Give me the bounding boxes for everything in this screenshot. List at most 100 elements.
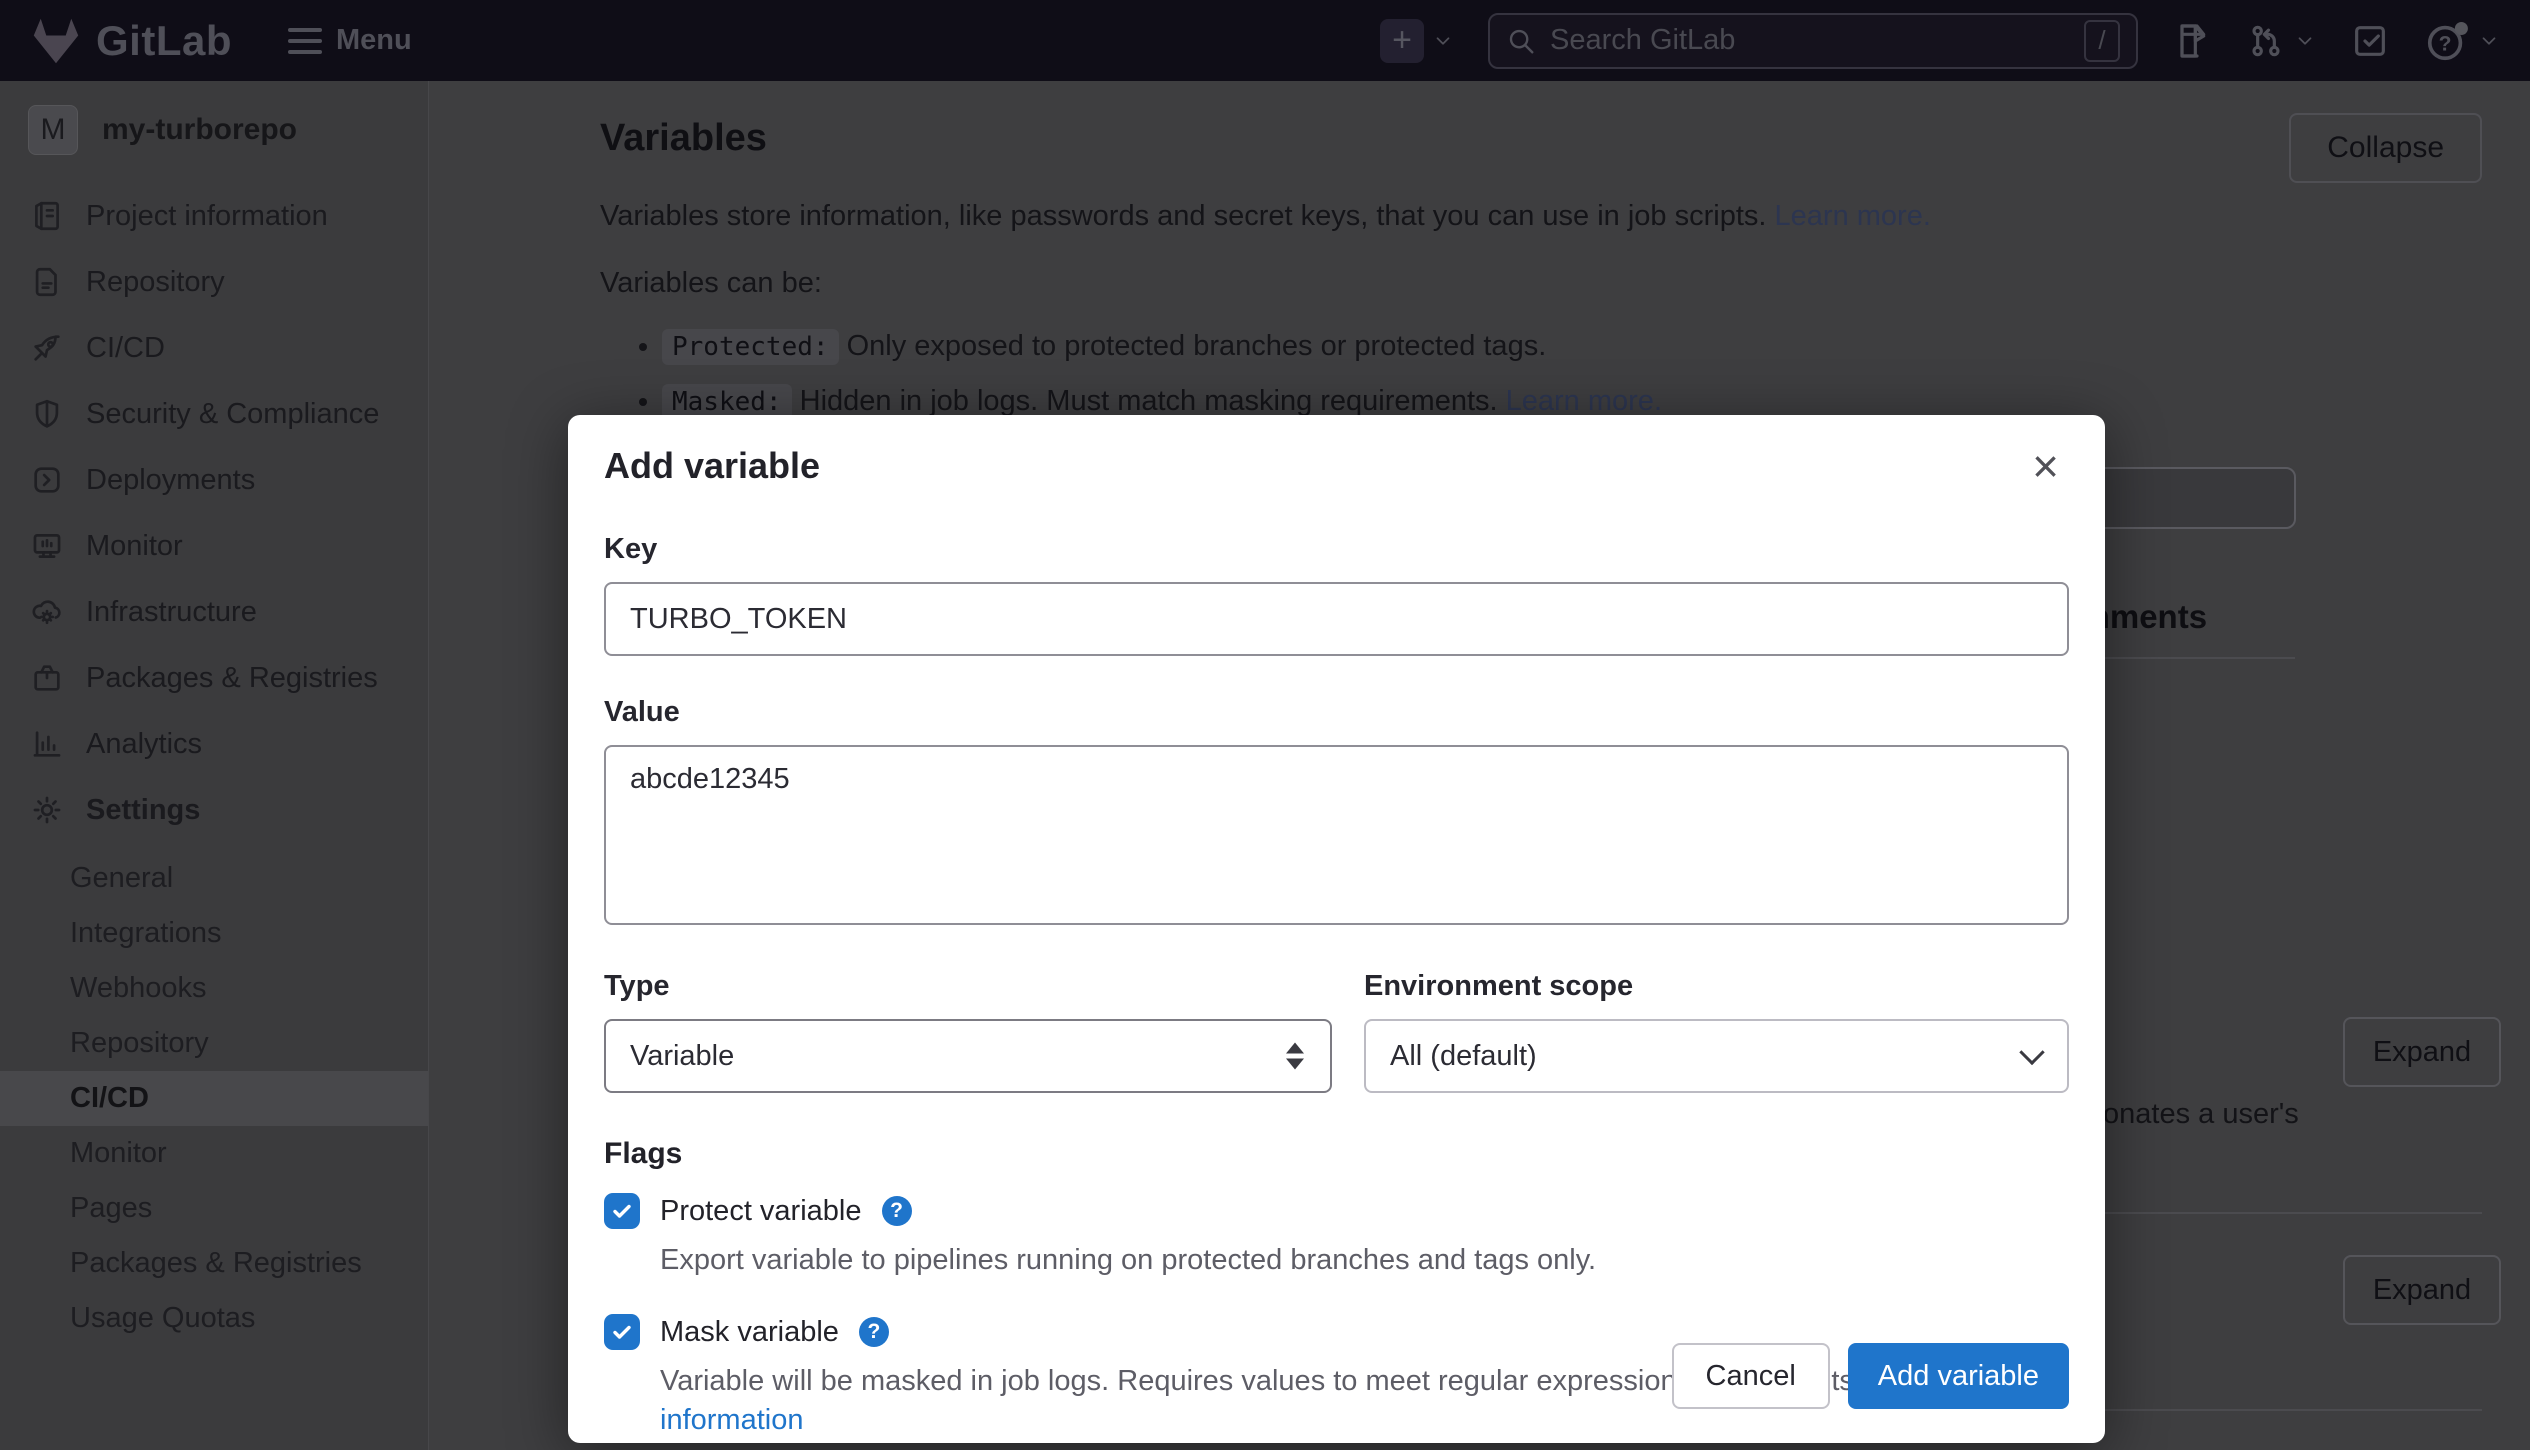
project-avatar: M xyxy=(28,105,78,155)
sidebar-item-label: Packages & Registries xyxy=(86,662,378,695)
sidebar-item-cicd[interactable]: CI/CD xyxy=(0,315,428,381)
close-icon[interactable]: × xyxy=(2022,439,2069,493)
protected-code-chip: Protected: xyxy=(662,329,839,365)
sidebar-item-analytics[interactable]: Analytics xyxy=(0,711,428,777)
shield-icon xyxy=(30,397,64,431)
subnav-webhooks[interactable]: Webhooks xyxy=(0,961,428,1016)
flags-heading: Flags xyxy=(604,1137,2069,1171)
sidebar-item-label: Project information xyxy=(86,200,328,233)
subnav-cicd-active[interactable]: CI/CD xyxy=(0,1071,428,1126)
value-textarea[interactable]: abcde12345 xyxy=(604,745,2069,925)
type-selected-value: Variable xyxy=(630,1040,734,1073)
sidebar-item-label: CI/CD xyxy=(86,332,165,365)
expand-section-button[interactable]: Expand xyxy=(2343,1017,2501,1087)
subnav-usage-quotas[interactable]: Usage Quotas xyxy=(0,1291,428,1346)
mask-variable-label: Mask variable xyxy=(660,1316,839,1349)
project-sidebar: M my-turborepo Project information Repos… xyxy=(0,81,429,1450)
type-select[interactable]: Variable xyxy=(604,1019,1332,1093)
top-navbar: GitLab Menu + Search GitLab / ? xyxy=(0,0,2530,81)
sidebar-item-label: Monitor xyxy=(86,530,183,563)
chevron-down-icon xyxy=(2478,30,2500,52)
collapse-variables-button[interactable]: Collapse xyxy=(2289,113,2482,183)
notification-dot xyxy=(2455,22,2468,35)
menu-button[interactable]: Menu xyxy=(288,24,412,57)
protect-variable-description: Export variable to pipelines running on … xyxy=(660,1241,2069,1280)
file-icon xyxy=(30,265,64,299)
variables-intro-text: Variables store information, like passwo… xyxy=(600,200,1766,232)
package-icon xyxy=(30,661,64,695)
sidebar-item-settings[interactable]: Settings xyxy=(0,777,428,843)
value-label: Value xyxy=(604,696,2069,729)
learn-more-link[interactable]: Learn more. xyxy=(1506,385,1662,417)
sidebar-item-monitor[interactable]: Monitor xyxy=(0,513,428,579)
merge-requests-dropdown[interactable] xyxy=(2246,21,2316,61)
select-arrows-icon xyxy=(1286,1043,1304,1070)
help-dropdown[interactable]: ? xyxy=(2424,18,2500,64)
global-search-input[interactable]: Search GitLab / xyxy=(1488,13,2138,69)
gitlab-home-link[interactable]: GitLab xyxy=(30,16,232,66)
chevron-down-icon xyxy=(1432,30,1454,52)
protect-variable-label: Protect variable xyxy=(660,1195,862,1228)
cancel-button[interactable]: Cancel xyxy=(1672,1343,1830,1409)
add-variable-button[interactable]: Add variable xyxy=(1848,1343,2069,1409)
subnav-integrations[interactable]: Integrations xyxy=(0,906,428,961)
merge-request-icon xyxy=(2246,21,2286,61)
search-icon xyxy=(1506,26,1536,56)
learn-more-link[interactable]: Learn more. xyxy=(1775,200,1931,232)
project-name: my-turborepo xyxy=(102,113,297,147)
checkbox-checked-icon xyxy=(604,1193,640,1229)
environment-scope-label: Environment scope xyxy=(1364,970,2069,1003)
issues-button[interactable] xyxy=(2172,21,2212,61)
modal-title: Add variable xyxy=(604,445,820,487)
help-icon[interactable]: ? xyxy=(859,1317,889,1347)
sidebar-item-project-information[interactable]: Project information xyxy=(0,183,428,249)
type-label: Type xyxy=(604,970,1332,1003)
protect-variable-checkbox[interactable]: Protect variable ? xyxy=(604,1193,2069,1229)
menu-label: Menu xyxy=(336,24,412,57)
add-variable-modal: Add variable × Key Value abcde12345 Type… xyxy=(568,415,2105,1443)
subnav-repository[interactable]: Repository xyxy=(0,1016,428,1071)
sidebar-item-security-compliance[interactable]: Security & Compliance xyxy=(0,381,428,447)
sidebar-item-infrastructure[interactable]: Infrastructure xyxy=(0,579,428,645)
rocket-icon xyxy=(30,331,64,365)
subnav-packages-registries[interactable]: Packages & Registries xyxy=(0,1236,428,1291)
svg-text:?: ? xyxy=(2439,32,2452,55)
plus-icon: + xyxy=(1380,19,1424,63)
subnav-monitor[interactable]: Monitor xyxy=(0,1126,428,1181)
sidebar-item-deployments[interactable]: Deployments xyxy=(0,447,428,513)
checkbox-checked-icon xyxy=(604,1314,640,1350)
deploy-icon xyxy=(30,463,64,497)
sidebar-item-repository[interactable]: Repository xyxy=(0,249,428,315)
sidebar-item-label: Infrastructure xyxy=(86,596,257,629)
help-icon: ? xyxy=(2424,18,2470,64)
key-label: Key xyxy=(604,533,2069,566)
hamburger-icon xyxy=(288,28,322,54)
search-placeholder: Search GitLab xyxy=(1550,24,2070,57)
sidebar-item-label: Repository xyxy=(86,266,225,299)
todos-button[interactable] xyxy=(2350,21,2390,61)
sidebar-item-label: Analytics xyxy=(86,728,202,761)
page-title: Variables xyxy=(600,117,2482,160)
gear-icon xyxy=(30,793,64,827)
gitlab-tanuki-icon xyxy=(30,16,82,66)
slash-shortcut-key: / xyxy=(2084,20,2120,62)
project-scope-link[interactable]: M my-turborepo xyxy=(0,81,428,175)
environment-scope-select[interactable]: All (default) xyxy=(1364,1019,2069,1093)
subnav-pages[interactable]: Pages xyxy=(0,1181,428,1236)
sidebar-item-label: Settings xyxy=(86,794,200,827)
sidebar-item-packages-registries[interactable]: Packages & Registries xyxy=(0,645,428,711)
monitor-icon xyxy=(30,529,64,563)
gitlab-wordmark: GitLab xyxy=(96,17,232,65)
subnav-general[interactable]: General xyxy=(0,851,428,906)
issues-icon xyxy=(2172,21,2212,61)
variables-list-intro: Variables can be: xyxy=(600,267,2482,300)
sidebar-item-label: Deployments xyxy=(86,464,255,497)
help-icon[interactable]: ? xyxy=(882,1196,912,1226)
chevron-down-icon xyxy=(2294,30,2316,52)
expand-section-button[interactable]: Expand xyxy=(2343,1255,2501,1325)
bullet-protected: Protected: Only exposed to protected bra… xyxy=(662,330,2482,363)
sidebar-item-label: Security & Compliance xyxy=(86,398,379,431)
chevron-down-icon xyxy=(2019,1040,2044,1065)
new-item-dropdown[interactable]: + xyxy=(1380,19,1454,63)
key-input[interactable] xyxy=(604,582,2069,656)
